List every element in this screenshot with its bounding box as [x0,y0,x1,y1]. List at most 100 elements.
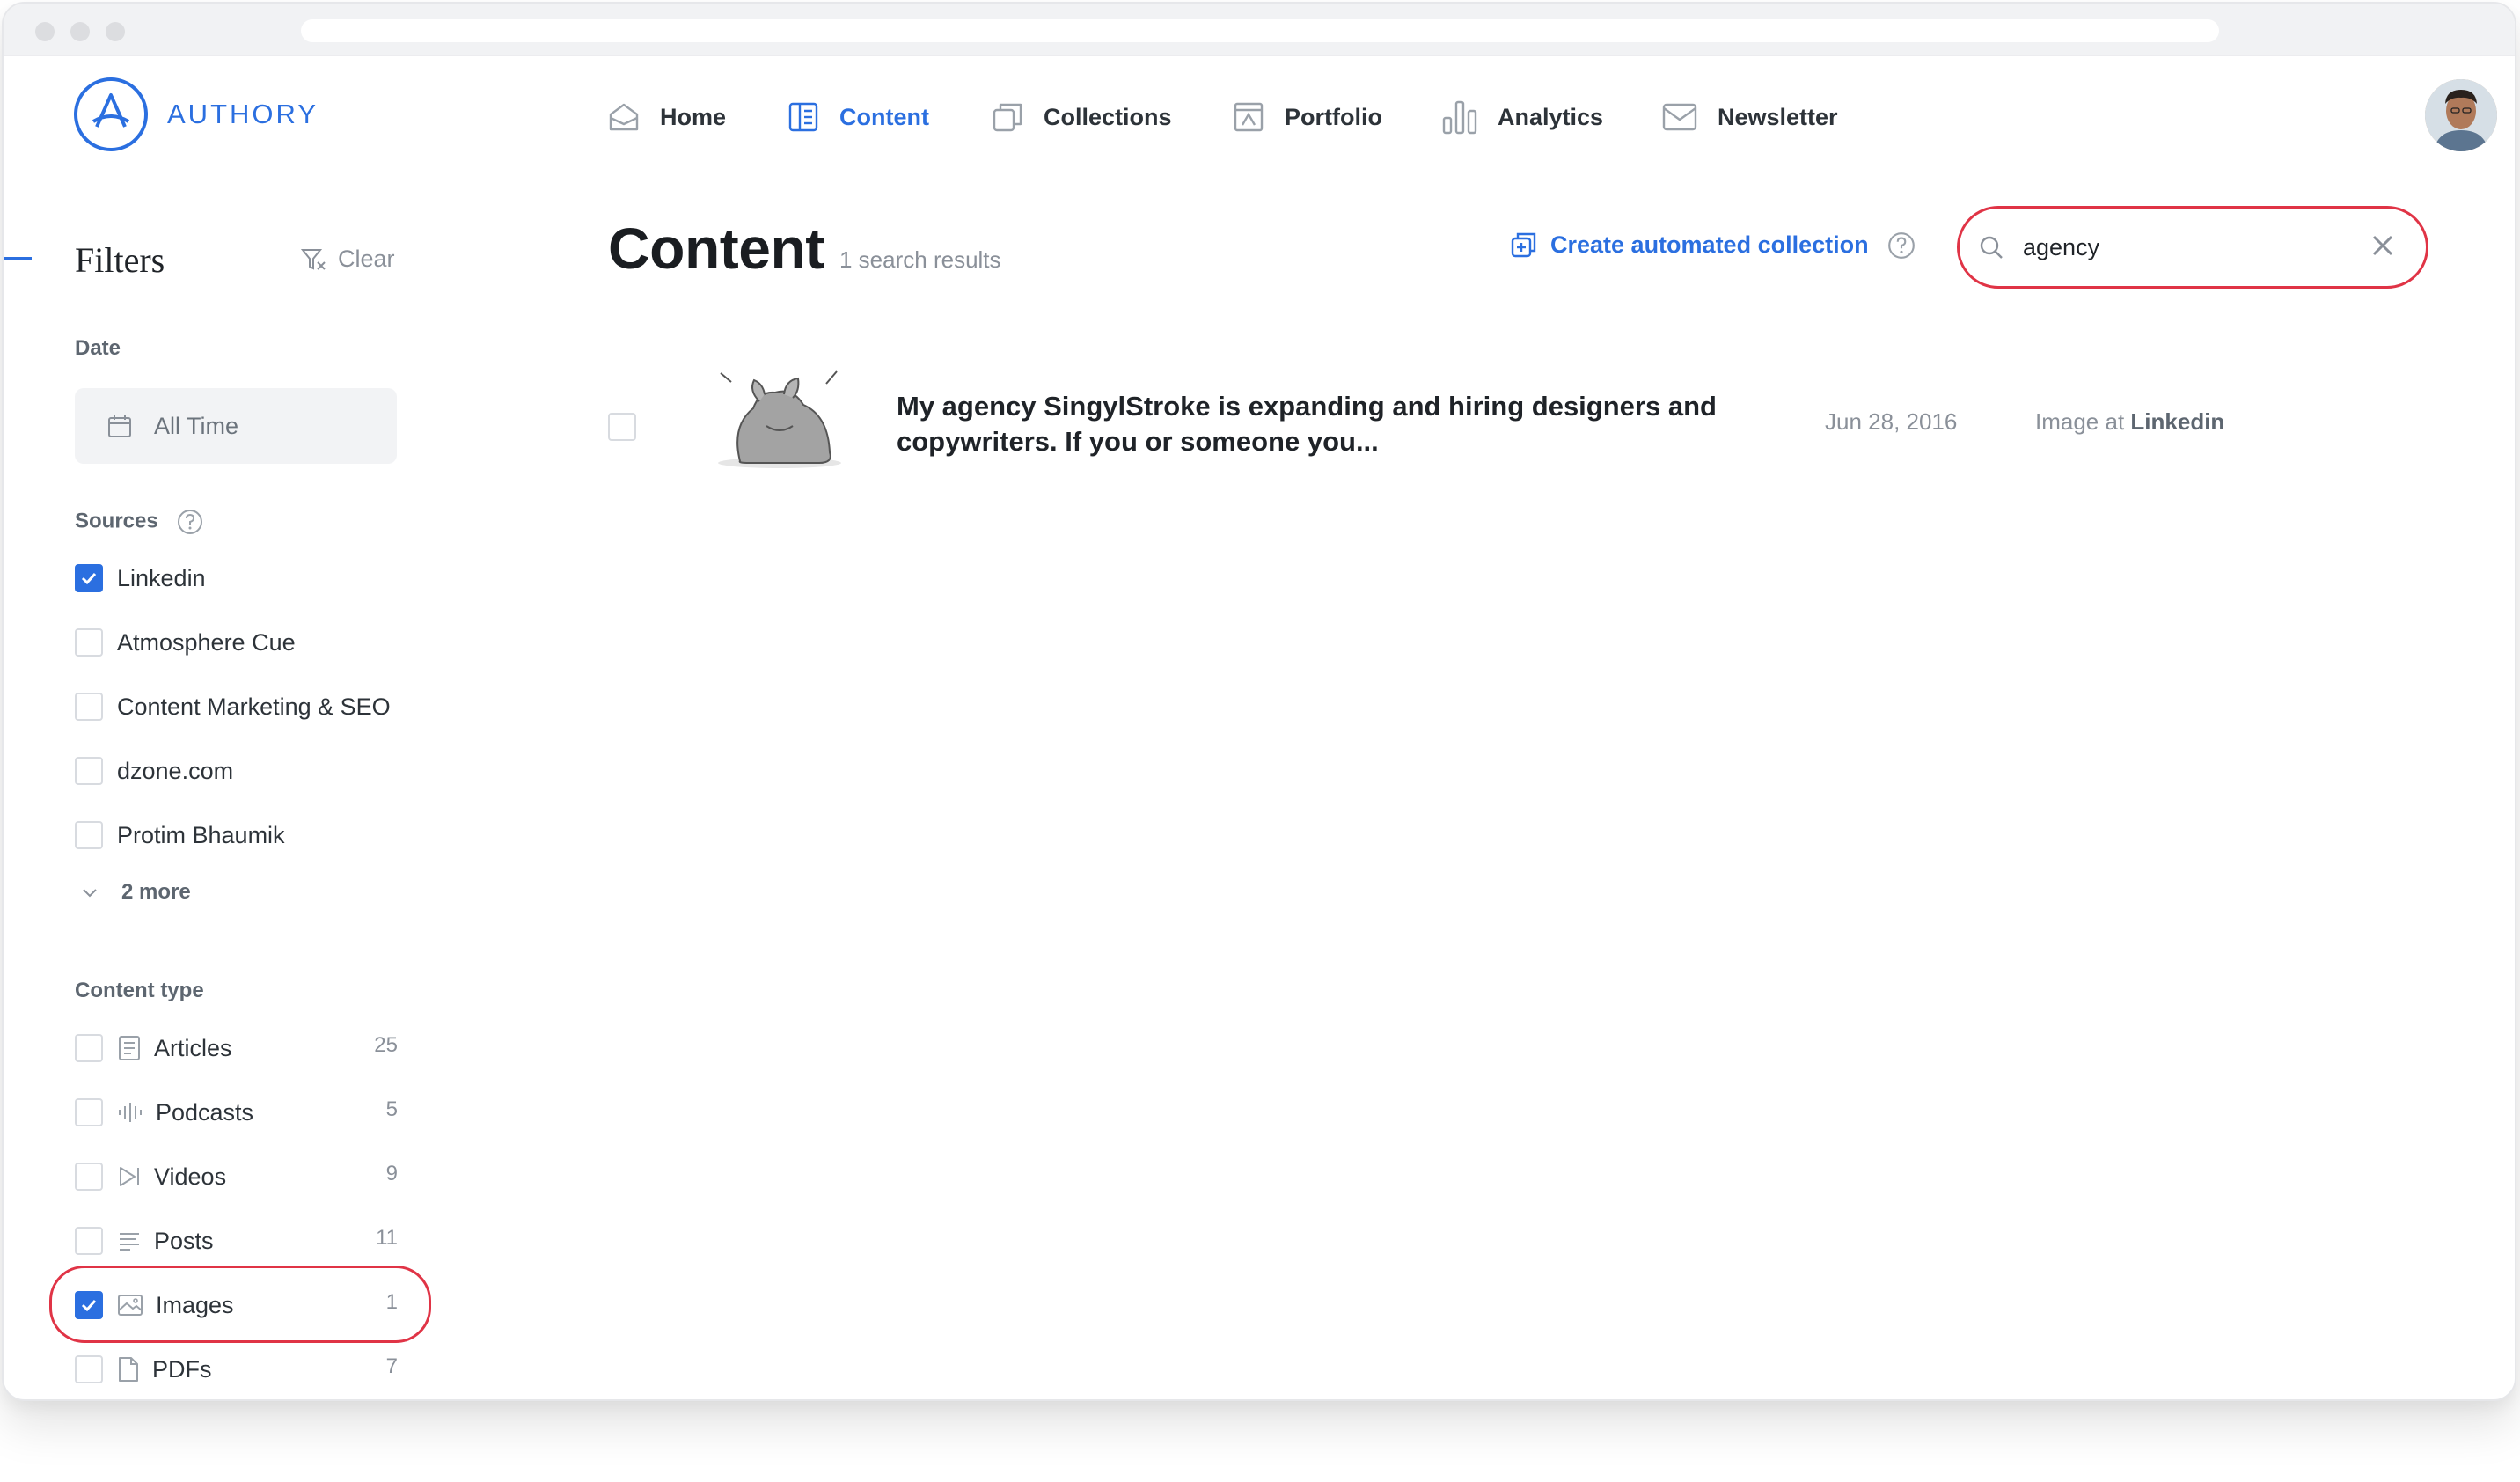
result-source[interactable]: Linkedin [2130,408,2224,435]
result-row-checkbox[interactable] [608,413,636,441]
nav-home-label: Home [660,103,727,130]
avatar-image [2425,79,2497,151]
page-title: Content [608,216,824,281]
result-date: Jun 28, 2016 [1825,408,1958,435]
nav-content-label: Content [839,103,929,130]
source-content-marketing-seo-label: Content Marketing & SEO [117,693,391,720]
result-type-prefix: Image at [2035,408,2125,435]
search-box[interactable] [1957,206,2428,289]
nav-newsletter[interactable]: Newsletter [1661,95,1838,139]
sources-show-more[interactable]: 2 more [79,880,191,905]
create-automated-collection-button[interactable]: Create automated collection [1510,231,1869,259]
type-posts-count: 11 [376,1226,398,1250]
sources-more-label: 2 more [121,880,191,904]
type-podcasts-label: Podcasts [156,1098,254,1126]
logo-text: AUTHORY [167,99,319,129]
window-minimize-dot[interactable] [70,22,90,41]
type-videos[interactable]: Videos [75,1159,226,1194]
type-articles-checkbox[interactable] [75,1034,103,1062]
type-articles-label: Articles [154,1034,232,1061]
newsletter-icon [1662,103,1697,131]
type-posts[interactable]: Posts [75,1223,214,1258]
result-title[interactable]: My agency SingylStroke is expanding and … [897,389,1785,459]
type-articles-count: 25 [374,1033,398,1057]
type-podcasts[interactable]: Podcasts [75,1095,253,1130]
add-collection-icon [1511,232,1536,258]
source-dzone-checkbox[interactable] [75,757,103,785]
type-pdfs[interactable]: PDFs [75,1352,212,1387]
source-dzone-label: dzone.com [117,757,234,784]
home-icon [609,103,639,131]
browser-titlebar [4,4,2515,56]
source-linkedin[interactable]: Linkedin [75,561,206,596]
podcast-icon [119,1103,142,1122]
result-type: Image at Linkedin [2035,408,2224,436]
type-videos-checkbox[interactable] [75,1163,103,1191]
search-icon [1980,236,2003,259]
authory-logo[interactable]: AUTHORY [72,76,319,153]
window-close-dot[interactable] [35,22,55,41]
type-podcasts-checkbox[interactable] [75,1098,103,1126]
source-linkedin-checkbox[interactable] [75,564,103,592]
sources-label-text: Sources [75,509,158,533]
search-input[interactable] [2023,233,2340,261]
address-bar[interactable] [301,19,2219,42]
nav-newsletter-label: Newsletter [1718,103,1838,130]
results-count: 1 search results [839,246,1001,273]
create-collection-label: Create automated collection [1550,231,1869,258]
source-dzone[interactable]: dzone.com [75,753,233,789]
type-articles[interactable]: Articles [75,1031,232,1066]
calendar-icon [108,415,131,437]
analytics-icon [1442,100,1477,135]
nav-portfolio[interactable]: Portfolio [1232,95,1382,139]
source-protim-bhaumik-checkbox[interactable] [75,821,103,849]
filters-title: Filters [75,240,165,280]
source-protim-bhaumik-label: Protim Bhaumik [117,821,285,848]
authory-logo-icon [74,77,148,151]
images-filter-highlight [49,1266,431,1343]
type-videos-label: Videos [154,1163,227,1190]
nav-analytics-label: Analytics [1498,103,1604,130]
type-pdfs-checkbox[interactable] [75,1355,103,1383]
nav-collections[interactable]: Collections [991,95,1172,139]
result-thumbnail[interactable] [705,364,854,475]
content-icon [788,102,818,132]
portfolio-icon [1234,102,1264,132]
clear-search-icon[interactable] [2354,219,2412,275]
nav-portfolio-label: Portfolio [1285,103,1382,130]
user-avatar[interactable] [2425,79,2497,151]
pdf-icon [119,1357,138,1382]
create-collection-help-icon[interactable] [1886,231,1916,260]
date-range-picker[interactable]: All Time [75,388,397,464]
type-posts-label: Posts [154,1227,214,1254]
source-atmosphere-cue[interactable]: Atmosphere Cue [75,625,296,660]
source-atmosphere-cue-checkbox[interactable] [75,628,103,657]
source-content-marketing-seo-checkbox[interactable] [75,693,103,721]
source-content-marketing-seo[interactable]: Content Marketing & SEO [75,689,391,724]
date-section-label: Date [75,336,121,360]
result-row[interactable]: My agency SingylStroke is expanding and … [608,364,2368,479]
source-atmosphere-cue-label: Atmosphere Cue [117,628,296,656]
content-type-section-label: Content type [75,979,204,1002]
clear-filters-label: Clear [338,246,395,272]
nav-home[interactable]: Home [607,95,726,139]
nav-collections-label: Collections [1044,103,1172,130]
nav-content[interactable]: Content [787,95,929,139]
source-protim-bhaumik[interactable]: Protim Bhaumik [75,818,285,853]
sidebar-accent-bar [4,257,32,260]
chevron-down-icon [83,889,97,898]
check-icon [81,572,97,585]
window-maximize-dot[interactable] [106,22,125,41]
sources-help-icon[interactable] [176,508,204,536]
article-icon [119,1036,140,1060]
clear-filter-icon [301,248,326,270]
nav-analytics[interactable]: Analytics [1441,95,1603,139]
clear-filters-button[interactable]: Clear [301,246,395,273]
type-pdfs-count: 7 [385,1354,398,1378]
type-podcasts-count: 5 [385,1097,398,1121]
video-icon [120,1167,139,1186]
post-icon [120,1233,139,1251]
type-posts-checkbox[interactable] [75,1227,103,1255]
sources-section-label: Sources [75,508,204,536]
source-linkedin-label: Linkedin [117,564,206,591]
